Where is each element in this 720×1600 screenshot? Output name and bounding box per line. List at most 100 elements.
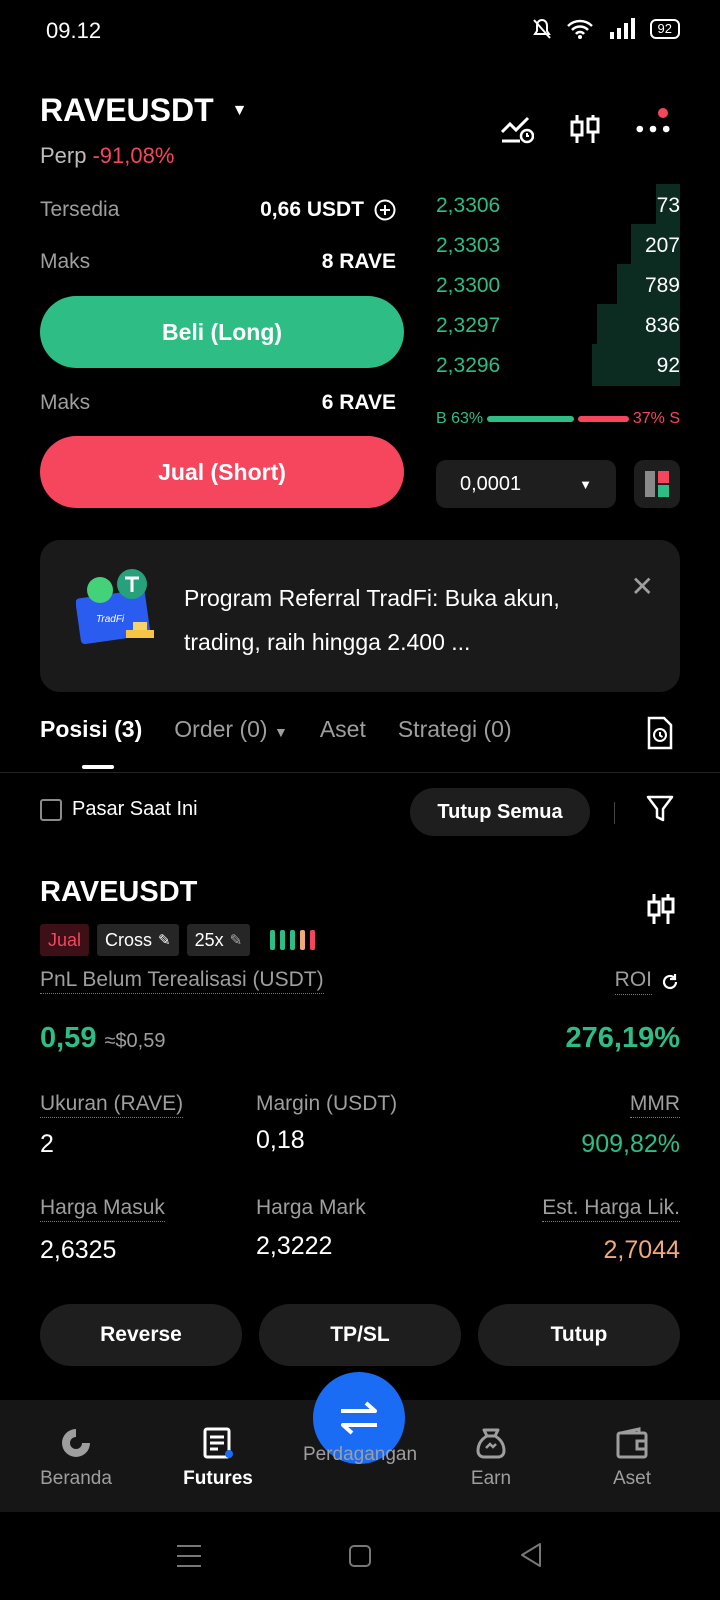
filter-icon[interactable] (646, 794, 674, 829)
margin-mode-label: Cross (105, 929, 153, 950)
tradfi-promo-icon: TradFi (75, 568, 166, 658)
refresh-icon[interactable] (660, 972, 680, 992)
tab-assets[interactable]: Aset (320, 716, 366, 743)
orderbook-price: 2,3297 (436, 314, 501, 337)
tab-strategies[interactable]: Strategi (0) (398, 716, 512, 743)
roi-label-wrap[interactable]: ROI (614, 968, 680, 995)
orderbook-row[interactable]: 2,3297 836 (436, 306, 680, 346)
tab-positions[interactable]: Posisi (3) (40, 716, 142, 743)
divider (614, 802, 615, 824)
recent-apps-icon[interactable] (176, 1544, 202, 1573)
mmr-label-wrap[interactable]: MMR (629, 1092, 680, 1118)
mark-price-value: 2,3222 (256, 1232, 333, 1260)
position-tags: Jual Cross ✎ 25x ✎ (40, 924, 316, 956)
pair-title: RAVEUSDT (40, 92, 214, 128)
caret-down-icon: ▼ (273, 724, 288, 740)
back-icon[interactable] (518, 1542, 544, 1573)
nav-home[interactable]: Beranda (6, 1426, 146, 1490)
history-document-icon[interactable] (646, 716, 674, 755)
liq-label-wrap[interactable]: Est. Harga Lik. (542, 1196, 680, 1222)
orderbook-row[interactable]: 2,3306 73 (436, 186, 680, 226)
current-market-filter[interactable]: Pasar Saat Ini (40, 798, 198, 821)
tab-orders-label: Order (0) (174, 716, 268, 742)
orderbook-row[interactable]: 2,3303 207 (436, 226, 680, 266)
add-funds-icon[interactable] (374, 199, 396, 221)
tradfi-badge: TradFi (96, 614, 125, 625)
mute-icon (532, 18, 551, 39)
tab-orders[interactable]: Order (0) ▼ (174, 716, 288, 743)
risk-level-bars (270, 930, 316, 950)
tick-size-select[interactable]: 0,0001 ▼ (436, 460, 616, 508)
mmr-value: 909,82% (581, 1130, 680, 1158)
orderbook-layout-icon (645, 471, 669, 497)
header-actions (500, 112, 670, 146)
mmr-label: MMR (629, 1092, 680, 1118)
margin-label-wrap: Margin (USDT) (256, 1092, 397, 1116)
buy-ratio-bar (487, 416, 574, 422)
side-tag: Jual (40, 924, 90, 956)
nav-assets-label: Aset (612, 1468, 652, 1489)
pnl-label-wrap[interactable]: PnL Belum Terealisasi (USDT) (40, 968, 324, 994)
current-market-label: Pasar Saat Ini (72, 798, 198, 820)
size-value: 2 (40, 1130, 54, 1158)
buy-long-button[interactable]: Beli (Long) (40, 296, 404, 368)
margin-value: 0,18 (256, 1126, 305, 1154)
swap-arrows-icon (341, 1401, 377, 1435)
orderbook-price: 2,3300 (436, 274, 501, 297)
orderbook-quantity: 73 (656, 194, 680, 217)
margin-mode-tag[interactable]: Cross ✎ (97, 924, 179, 956)
max-short-value: 6 RAVE (321, 391, 396, 414)
entry-price-value: 2,6325 (40, 1236, 117, 1264)
earn-icon (476, 1428, 506, 1459)
available-value: 0,66 USDT (260, 198, 364, 221)
close-position-button[interactable]: Tutup (478, 1304, 680, 1366)
leverage-tag[interactable]: 25x ✎ (186, 924, 251, 956)
position-symbol[interactable]: RAVEUSDT (40, 876, 197, 909)
active-tab-indicator (82, 765, 114, 769)
edit-icon: ✎ (158, 932, 171, 949)
pair-selector[interactable]: RAVEUSDT ▼ (40, 92, 247, 129)
orderbook-layout-button[interactable] (634, 460, 680, 508)
max-long-label: Maks (40, 250, 91, 273)
entry-label-wrap[interactable]: Harga Masuk (40, 1196, 165, 1222)
size-label: Ukuran (RAVE) (40, 1092, 184, 1118)
pnl-label: PnL Belum Terealisasi (USDT) (40, 968, 324, 994)
nav-earn-label: Earn (470, 1468, 512, 1489)
sell-ratio: 37% S (632, 410, 680, 427)
tpsl-button[interactable]: TP/SL (259, 1304, 461, 1366)
roi-value: 276,19% (565, 1022, 681, 1054)
caret-down-icon: ▼ (231, 101, 248, 119)
wallet-icon (616, 1427, 648, 1459)
buy-sell-ratio: B 63% 37% S (436, 410, 680, 428)
pnl-values: 0,59 ≈$0,59 (40, 1022, 165, 1055)
nav-trade[interactable]: Perdagangan (280, 1444, 440, 1466)
orderbook-row[interactable]: 2,3300 789 (436, 266, 680, 306)
current-market-checkbox[interactable] (40, 798, 62, 821)
position-tabs: Posisi (3) Order (0) ▼ Aset Strategi (0) (40, 716, 544, 743)
signal-icon (609, 18, 635, 39)
liq-price-value: 2,7044 (603, 1236, 680, 1264)
orderbook-row[interactable]: 2,3296 92 (436, 346, 680, 386)
candlestick-chart-icon[interactable] (646, 892, 676, 931)
home-button-icon[interactable] (348, 1544, 372, 1573)
price-alert-icon[interactable] (500, 112, 534, 146)
nav-futures[interactable]: Futures (148, 1426, 288, 1490)
size-label-wrap[interactable]: Ukuran (RAVE) (40, 1092, 184, 1118)
close-icon[interactable]: ✕ (631, 570, 654, 603)
close-all-button[interactable]: Tutup Semua (410, 788, 590, 836)
leverage-label: 25x (194, 929, 224, 950)
banner-text: Program Referral TradFi: Buka akun, trad… (184, 585, 560, 655)
caret-down-icon: ▼ (579, 476, 592, 492)
sell-short-button[interactable]: Jual (Short) (40, 436, 404, 508)
sell-ratio-bar (577, 416, 629, 422)
market-info: Perp -91,08% (40, 143, 174, 169)
pnl-value: 0,59 (40, 1022, 97, 1054)
candlestick-chart-icon[interactable] (568, 112, 602, 146)
max-long-value: 8 RAVE (321, 250, 396, 273)
nav-assets[interactable]: Aset (562, 1426, 702, 1490)
promo-banner[interactable]: TradFi Program Referral TradFi: Buka aku… (40, 540, 680, 692)
orderbook-quantity: 92 (656, 354, 680, 377)
nav-earn[interactable]: Earn (421, 1426, 561, 1490)
max-short-label: Maks (40, 391, 91, 414)
reverse-button[interactable]: Reverse (40, 1304, 242, 1366)
